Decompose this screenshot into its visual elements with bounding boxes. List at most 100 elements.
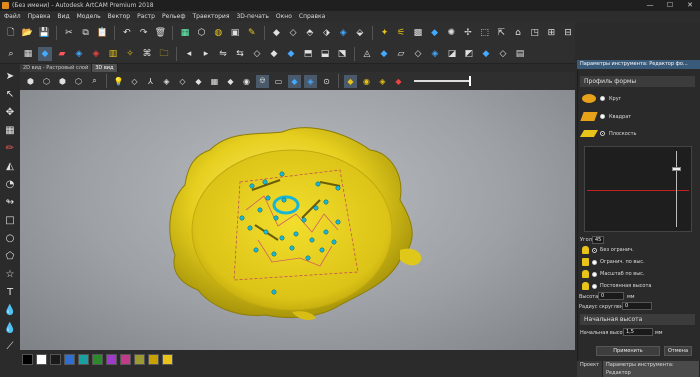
light-icon[interactable]: 💡 — [112, 75, 125, 88]
radius-field[interactable]: 0 — [622, 302, 652, 310]
shape-plane-option[interactable]: Плоскость — [579, 130, 636, 137]
mesh-blue3-icon[interactable]: ◆ — [479, 47, 493, 61]
paste-icon[interactable]: 📋 — [95, 26, 109, 40]
menu-model[interactable]: Модель — [77, 13, 101, 20]
mesh-plane-icon[interactable]: ▱ — [394, 47, 408, 61]
menu-raster[interactable]: Растр — [137, 13, 155, 20]
plus-relief-icon[interactable]: ⊞ — [545, 26, 559, 40]
zoom-fit-icon[interactable]: ⌕ — [88, 75, 101, 88]
spin-icon[interactable]: ✢ — [461, 26, 475, 40]
undo-icon[interactable]: ↶ — [120, 26, 134, 40]
start-height-section-header[interactable]: Начальная высота — [580, 314, 695, 325]
menu-help[interactable]: Справка — [299, 13, 325, 20]
relief-subtract-icon[interactable]: ◇ — [286, 26, 300, 40]
relief-bake-icon[interactable]: ◈ — [336, 26, 350, 40]
limit-height-radio[interactable] — [592, 259, 597, 265]
rotate-relief-icon[interactable]: ◳ — [528, 26, 542, 40]
shape-square-radio[interactable] — [600, 114, 605, 119]
palette-swatch[interactable] — [64, 354, 75, 365]
angle-field[interactable]: 45 — [592, 236, 604, 244]
shape-circle-radio[interactable] — [600, 96, 605, 101]
redo-icon[interactable]: ↷ — [137, 26, 151, 40]
axes-icon[interactable]: ⅄ — [144, 75, 157, 88]
wand-icon[interactable]: ✧ — [123, 47, 137, 61]
palette-swatch[interactable] — [148, 354, 159, 365]
star-icon[interactable]: ☆ — [2, 266, 18, 282]
material-icon[interactable]: ◆ — [224, 75, 237, 88]
mesh-join-icon[interactable]: ◩ — [462, 47, 476, 61]
menu-view[interactable]: Вид — [57, 13, 69, 20]
circle-icon[interactable]: ○ — [2, 230, 18, 246]
mesh-split-icon[interactable]: ◪ — [445, 47, 459, 61]
menu-window[interactable]: Окно — [276, 13, 292, 20]
layers-blue-icon[interactable]: ◈ — [72, 47, 86, 61]
tab-2d-view[interactable]: 2D вид - Растровый слой — [20, 64, 93, 72]
menu-vector[interactable]: Вектор — [108, 13, 130, 20]
folder-icon[interactable]: 🗀 — [157, 47, 171, 61]
eraser-icon[interactable]: ▰ — [55, 47, 69, 61]
relief-merge-icon[interactable]: ⬘ — [303, 26, 317, 40]
texture-icon[interactable]: ⬚ — [478, 26, 492, 40]
mesh-blue2-icon[interactable]: ◈ — [428, 47, 442, 61]
tab-3d-view[interactable]: 3D вид — [92, 64, 118, 72]
blue-relief-icon[interactable]: ◆ — [428, 26, 442, 40]
palette-swatch[interactable] — [78, 354, 89, 365]
section-icon[interactable]: ⎊ — [256, 74, 269, 88]
sculpt-drop-icon[interactable]: 💧 — [2, 320, 18, 336]
mesh-stack-icon[interactable]: ▤ — [513, 47, 527, 61]
limit-none-radio[interactable] — [592, 247, 597, 253]
palette-swatch[interactable] — [50, 354, 61, 365]
relief-reset-icon[interactable]: ⬔ — [335, 47, 349, 61]
rectangle-icon[interactable]: □ — [2, 212, 18, 228]
relief-palette-icon[interactable]: ◉ — [360, 75, 373, 88]
menu-relief[interactable]: Рельеф — [162, 13, 186, 20]
limit-option-height[interactable]: Огранич. по выс. — [582, 258, 645, 266]
offset-icon[interactable]: ▣ — [228, 26, 242, 40]
grid-3d-icon[interactable]: ▩ — [411, 26, 425, 40]
layers-red-icon[interactable]: ◈ — [89, 47, 103, 61]
relief-drop-icon[interactable]: 💧 — [2, 302, 18, 318]
align-left-icon[interactable]: ◂ — [182, 47, 196, 61]
shape-circle-option[interactable]: Круг — [582, 94, 621, 103]
new-file-icon[interactable]: 🗋 — [4, 26, 18, 40]
copy-icon[interactable]: ⧉ — [79, 26, 93, 40]
cube-top-icon[interactable]: ⬢ — [56, 75, 69, 88]
transform-icon[interactable]: ✥ — [2, 104, 18, 120]
texture-yellow-icon[interactable]: ▥ — [106, 47, 120, 61]
relief-fade-icon[interactable]: ⬓ — [318, 47, 332, 61]
gear-relief-icon[interactable]: ✺ — [444, 26, 458, 40]
palette-swatch[interactable] — [22, 354, 33, 365]
limit-option-scale[interactable]: Масштаб по выс. — [582, 270, 645, 278]
palette-swatch[interactable] — [134, 354, 145, 365]
open-file-icon[interactable]: 📂 — [21, 26, 35, 40]
freehand-icon[interactable]: ↬ — [2, 194, 18, 210]
mesh-blue-icon[interactable]: ◆ — [377, 47, 391, 61]
measure-icon[interactable]: ⟋ — [2, 338, 18, 354]
wireframe-icon[interactable]: ◇ — [176, 75, 189, 88]
blue-shade2-icon[interactable]: ◈ — [304, 74, 317, 88]
texture-view-icon[interactable]: ▦ — [208, 75, 221, 88]
relief-scale-icon[interactable]: ◇ — [250, 47, 264, 61]
plane-icon[interactable]: ◇ — [128, 75, 141, 88]
align-right-icon[interactable]: ▸ — [199, 47, 213, 61]
cancel-button[interactable]: Отмена — [664, 346, 692, 356]
transparency-slider[interactable] — [414, 76, 471, 86]
palette-swatch[interactable] — [162, 354, 173, 365]
relief-offset-icon[interactable]: ◆ — [284, 47, 298, 61]
toolpath-view-icon[interactable]: ⊙ — [320, 75, 333, 88]
palette-swatch[interactable] — [36, 354, 47, 365]
vector-nodes-icon[interactable]: ⬡ — [195, 26, 209, 40]
mesh-white-icon[interactable]: ◇ — [496, 47, 510, 61]
palette-swatch[interactable] — [106, 354, 117, 365]
grid-icon[interactable]: ▦ — [21, 47, 35, 61]
mesh-gray-icon[interactable]: ◇ — [411, 47, 425, 61]
cube-iso-icon[interactable]: ⬢ — [24, 75, 37, 88]
select-relief-icon[interactable]: ◆ — [38, 46, 52, 61]
zoom-icon[interactable]: ⌕ — [4, 47, 18, 61]
limit-constant-radio[interactable] — [592, 283, 597, 289]
limit-option-none[interactable]: Без огранич. — [582, 246, 634, 254]
menu-edit[interactable]: Правка — [28, 13, 51, 20]
relief-tilt-icon[interactable]: ◆ — [267, 47, 281, 61]
blue-shade-icon[interactable]: ◆ — [288, 74, 301, 88]
pencil-icon[interactable]: ✏ — [2, 140, 18, 156]
